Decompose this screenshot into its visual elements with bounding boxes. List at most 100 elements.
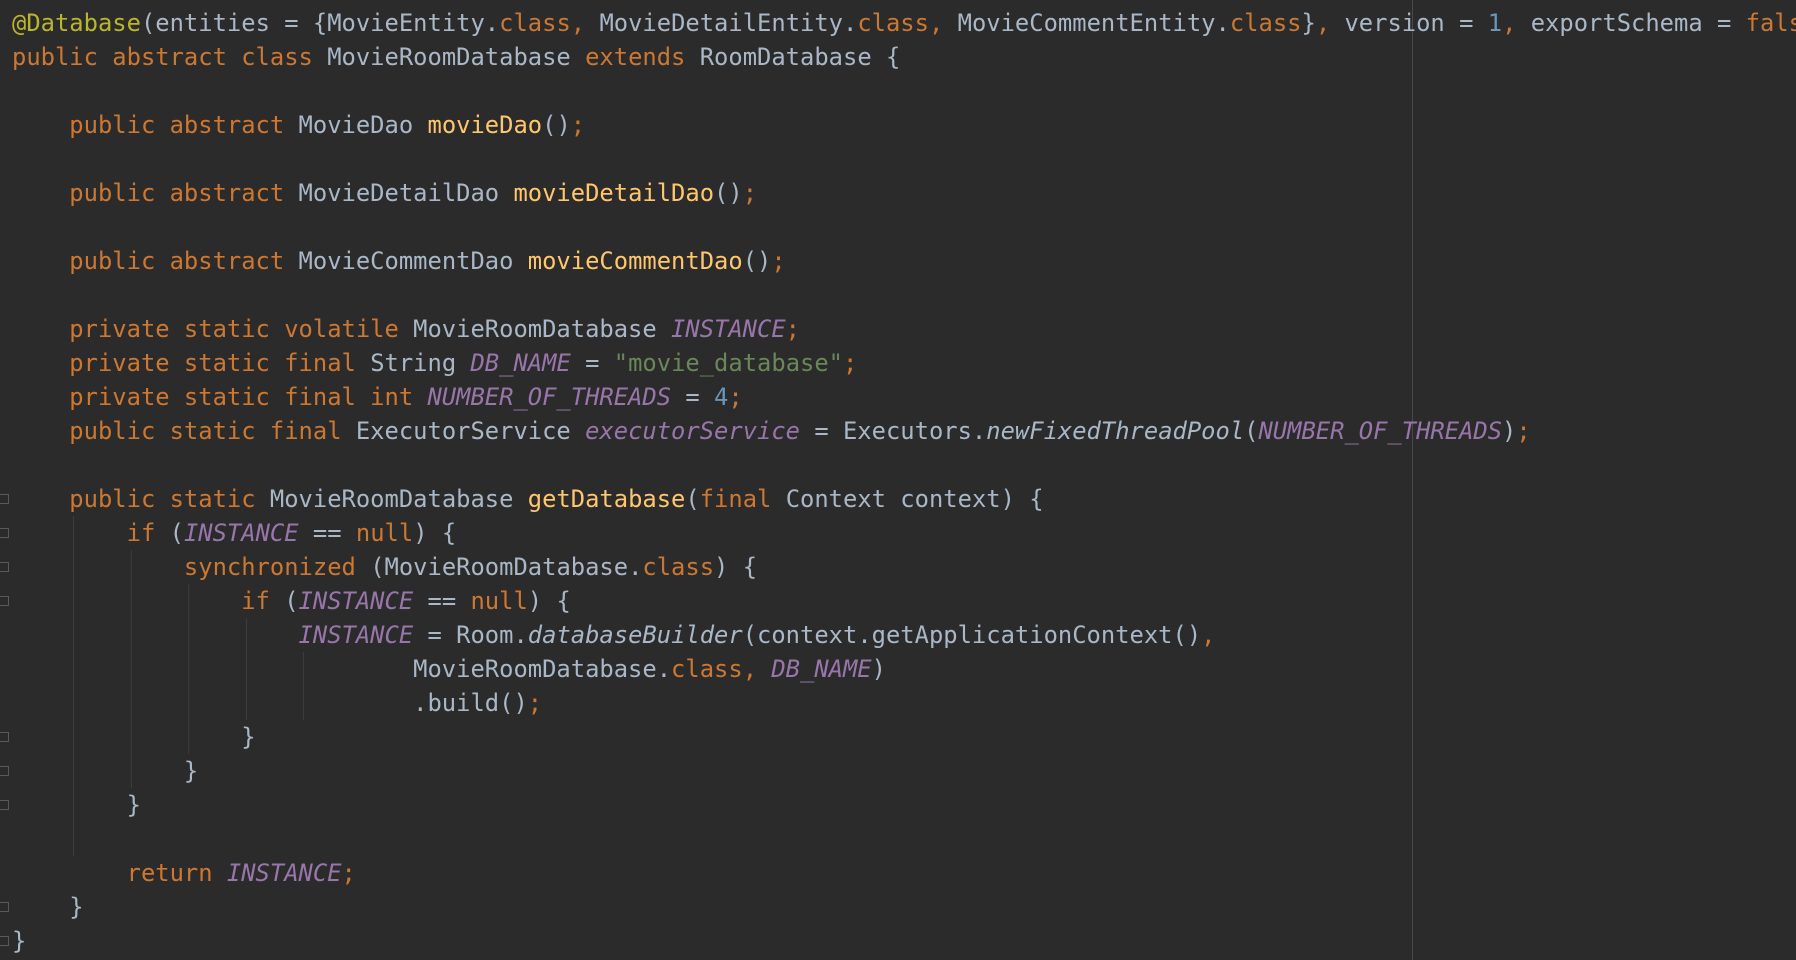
code-token: (MovieRoomDatabase. [370, 553, 643, 581]
code-token: false [1745, 9, 1796, 37]
code-token: ( [284, 587, 299, 615]
code-token: public abstract [12, 179, 299, 207]
code-token: (context.getApplicationContext() [742, 621, 1202, 649]
code-token: if [12, 587, 285, 615]
code-line[interactable]: } [12, 890, 1796, 924]
code-token: } [1301, 9, 1316, 37]
code-line[interactable]: } [12, 788, 1796, 822]
code-line[interactable]: public abstract MovieDetailDao movieDeta… [12, 176, 1796, 210]
fold-marker-icon[interactable] [0, 800, 9, 810]
code-token: RoomDatabase { [699, 43, 901, 71]
fold-marker-icon[interactable] [0, 732, 9, 742]
code-token: ; [785, 315, 800, 343]
code-line[interactable]: public static final ExecutorService exec… [12, 414, 1796, 448]
fold-marker-icon[interactable] [0, 562, 9, 572]
code-area[interactable]: @Database(entities = {MovieEntity.class,… [12, 6, 1796, 958]
code-token: DB_NAME [470, 349, 571, 377]
code-token: ; [527, 689, 543, 717]
code-token: ExecutorService [355, 417, 586, 445]
code-line[interactable] [12, 74, 1796, 108]
code-token: "movie_database" [613, 349, 843, 377]
code-line[interactable] [12, 448, 1796, 482]
code-token: MovieRoomDatabase. [12, 655, 672, 683]
code-token: 1 [1487, 9, 1503, 37]
code-token: MovieDetailEntity. [599, 9, 858, 37]
code-token: () [714, 179, 743, 207]
fold-marker-icon[interactable] [0, 936, 9, 946]
code-line[interactable]: .build(); [12, 686, 1796, 720]
code-token: class [642, 553, 715, 581]
code-line[interactable] [12, 142, 1796, 176]
code-line[interactable]: private static volatile MovieRoomDatabas… [12, 312, 1796, 346]
fold-marker-icon[interactable] [0, 528, 9, 538]
code-token: movieDao [427, 111, 543, 139]
code-line[interactable] [12, 278, 1796, 312]
code-token: private static final [12, 349, 371, 377]
code-token: , [742, 655, 772, 683]
code-token: version = [1344, 9, 1488, 37]
code-token: newFixedThreadPool [986, 417, 1245, 445]
code-token: return [12, 859, 227, 887]
code-line[interactable]: public static MovieRoomDatabase getDatab… [12, 482, 1796, 516]
code-token: () [542, 111, 571, 139]
code-token: DB_NAME [771, 655, 872, 683]
code-token: ) { [714, 553, 758, 581]
code-line[interactable]: @Database(entities = {MovieEntity.class,… [12, 6, 1796, 40]
code-token: executorService [585, 417, 800, 445]
code-token: INSTANCE [298, 587, 414, 615]
code-token: MovieRoomDatabase [269, 485, 528, 513]
code-line[interactable]: public abstract MovieCommentDao movieCom… [12, 244, 1796, 278]
code-token: MovieDetailDao [298, 179, 514, 207]
code-editor[interactable]: @Database(entities = {MovieEntity.class,… [0, 0, 1796, 960]
code-token: } [12, 791, 141, 819]
code-token: = [570, 349, 614, 377]
code-line[interactable]: } [12, 720, 1796, 754]
code-line[interactable]: } [12, 924, 1796, 958]
fold-marker-icon[interactable] [0, 494, 9, 504]
code-line[interactable]: private static final int NUMBER_OF_THREA… [12, 380, 1796, 414]
code-token: public static [12, 485, 270, 513]
fold-marker-icon[interactable] [0, 766, 9, 776]
code-token: String [370, 349, 471, 377]
code-line[interactable]: MovieRoomDatabase.class, DB_NAME) [12, 652, 1796, 686]
code-token: 4 [714, 383, 729, 411]
code-token: MovieCommentDao [298, 247, 528, 275]
code-line[interactable] [12, 822, 1796, 856]
code-token: public abstract [12, 111, 299, 139]
code-token: } [12, 927, 27, 955]
code-token: .build() [12, 689, 528, 717]
fold-marker-icon[interactable] [0, 596, 9, 606]
code-line[interactable] [12, 210, 1796, 244]
code-token: NUMBER_OF_THREADS [427, 383, 672, 411]
code-line[interactable]: if (INSTANCE == null) { [12, 584, 1796, 618]
code-token: , [928, 9, 958, 37]
code-token: Context context) { [785, 485, 1044, 513]
code-token: private static final int [12, 383, 428, 411]
code-token: ; [1516, 417, 1531, 445]
code-token: } [12, 893, 84, 921]
code-token: ( [169, 519, 184, 547]
code-token: @Database [12, 9, 141, 37]
code-token: NUMBER_OF_THREADS [1258, 417, 1503, 445]
code-token: INSTANCE [183, 519, 299, 547]
code-line[interactable]: } [12, 754, 1796, 788]
code-token: extends [585, 43, 700, 71]
code-line[interactable]: public abstract MovieDao movieDao(); [12, 108, 1796, 142]
code-line[interactable]: private static final String DB_NAME = "m… [12, 346, 1796, 380]
code-line[interactable]: return INSTANCE; [12, 856, 1796, 890]
code-token: ; [771, 247, 786, 275]
code-token: movieDetailDao [513, 179, 715, 207]
editor-gutter[interactable] [0, 0, 12, 960]
code-line[interactable]: synchronized (MovieRoomDatabase.class) { [12, 550, 1796, 584]
code-token: databaseBuilder [527, 621, 743, 649]
code-line[interactable]: if (INSTANCE == null) { [12, 516, 1796, 550]
code-token: public static final [12, 417, 356, 445]
fold-marker-icon[interactable] [0, 902, 9, 912]
code-token: if [12, 519, 170, 547]
code-token: } [12, 723, 256, 751]
code-token: MovieRoomDatabase [327, 43, 586, 71]
code-token: class [671, 655, 743, 683]
code-line[interactable]: INSTANCE = Room.databaseBuilder(context.… [12, 618, 1796, 652]
code-token: synchronized [12, 553, 371, 581]
code-line[interactable]: public abstract class MovieRoomDatabase … [12, 40, 1796, 74]
